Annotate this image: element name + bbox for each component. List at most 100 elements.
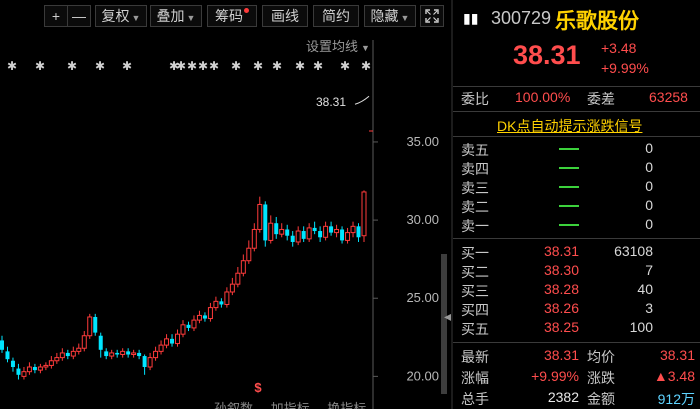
candle <box>274 216 279 239</box>
candle-body-up <box>235 272 241 285</box>
candle-body-down <box>137 352 142 357</box>
candle-body-up <box>251 228 257 249</box>
divider <box>453 238 700 239</box>
candle-body-down <box>329 226 334 233</box>
event-marker-icon: ✱ <box>187 59 197 73</box>
event-marker-icon: ✱ <box>198 59 208 73</box>
event-marker-icon: ✱ <box>313 59 323 73</box>
tab-indicator-0[interactable]: 孙叙数 <box>214 401 253 409</box>
candle-body-up <box>26 366 32 373</box>
divider <box>453 111 700 112</box>
candle-body-up <box>131 352 137 355</box>
candle-body-down <box>340 229 345 241</box>
candle <box>207 302 213 322</box>
candle-body-down <box>285 229 290 236</box>
event-marker-icon: ✱ <box>35 59 45 73</box>
bid-row-3: 买三 38.28 40 <box>453 280 700 299</box>
ask-label: 卖五 <box>461 142 489 158</box>
candle <box>340 226 345 244</box>
candle-body-up <box>43 364 49 368</box>
bars-icon[interactable]: ▮▮ <box>463 10 478 27</box>
candle-body-down <box>318 231 323 238</box>
bid-price: 38.28 <box>543 281 579 297</box>
candle <box>109 349 115 360</box>
price-change: +3.48 <box>601 40 637 56</box>
candle-body-up <box>257 203 263 230</box>
axis-tick-label: 25.00 <box>406 290 439 305</box>
candle <box>290 231 295 247</box>
candle-body-down <box>312 227 317 232</box>
candle-body-up <box>191 319 197 329</box>
ask-row-1: 卖一 0 <box>453 215 700 234</box>
event-marker-icon: ✱ <box>231 59 241 73</box>
candle-body-down <box>98 335 103 350</box>
bid-label: 买三 <box>461 283 489 299</box>
candle <box>329 221 334 236</box>
candle-body-down <box>65 352 70 357</box>
candle-body-up <box>279 228 285 235</box>
candle-body-up <box>295 230 301 243</box>
ask-row-3: 卖三 0 <box>453 177 700 196</box>
candle-body-up <box>207 307 213 320</box>
candle-body-up <box>59 352 65 359</box>
dk-signal-link[interactable]: DK点自动提示涨跌信号 <box>497 116 642 136</box>
candle <box>175 329 181 347</box>
candle-body-up <box>21 371 27 377</box>
candle <box>219 298 224 308</box>
stat-label: 涨跌 <box>587 370 615 386</box>
candle <box>356 223 361 242</box>
stat-label: 金额 <box>587 391 615 407</box>
tab-switch-indicator[interactable]: 换指标 <box>327 401 366 409</box>
bid-label: 买五 <box>461 321 489 337</box>
ask-row-5: 卖五 0 <box>453 139 700 158</box>
bid-row-1: 买一 38.31 63108 <box>453 242 700 261</box>
candle-body-up <box>323 225 329 238</box>
ask-volume: 0 <box>645 140 653 156</box>
candle <box>87 313 93 339</box>
stock-name: 乐歌股份 <box>555 10 639 33</box>
ask-label: 卖四 <box>461 161 489 177</box>
ask-label: 卖二 <box>461 199 489 215</box>
bid-price: 38.30 <box>543 262 579 278</box>
tab-add-indicator[interactable]: 加指标 <box>271 401 310 409</box>
candle <box>240 254 246 277</box>
candle-body-down <box>186 324 191 328</box>
kline-chart-panel[interactable]: + — 复权 ▼ 叠加 ▼ 筹码 画线 简约 隐藏 ▼ 设置均线 ▼ ✱ ✱ ✱ ✱ ✱ ✱ ✱ ✱ ✱… <box>0 0 459 409</box>
candlestick-chart[interactable]: ✱ ✱ ✱ ✱ ✱ ✱✱ ✱ ✱ ✱ ✱ ✱ ✱ ✱ ✱ ✱ ✱ 35.00 30.00 25.00 20.00 3… <box>0 0 447 409</box>
candle <box>0 335 4 353</box>
candle <box>246 240 252 264</box>
ask-volume: 0 <box>645 197 653 213</box>
candle-body-up <box>153 350 159 359</box>
candle-body-up <box>70 350 76 357</box>
bid-volume: 7 <box>645 262 653 278</box>
ask-volume: 0 <box>645 216 653 232</box>
event-marker-icon: ✱ <box>272 59 282 73</box>
stat-label: 最新 <box>461 349 489 365</box>
candle-body-up <box>48 360 54 366</box>
stat-value: 38.31 <box>543 347 579 363</box>
candle-body-up <box>229 283 235 293</box>
event-marker-icon: ✱ <box>340 59 350 73</box>
candle <box>93 313 98 336</box>
signal-marker: $ <box>254 380 262 395</box>
candle <box>126 348 131 358</box>
last-price-label: 38.31 <box>316 95 346 109</box>
ask-volume: 0 <box>645 178 653 194</box>
chart-scrollbar[interactable] <box>441 254 447 394</box>
candle <box>70 346 76 360</box>
ask-price-empty <box>559 205 579 207</box>
candle <box>350 221 356 238</box>
bid-volume: 3 <box>645 300 653 316</box>
candle <box>345 227 351 244</box>
candle <box>312 221 317 235</box>
stat-row-volume: 总手 2382 金额 912万 <box>453 388 700 409</box>
price-change-percent: +9.99% <box>601 60 649 76</box>
candle <box>120 348 126 358</box>
candle-body-up <box>158 344 164 352</box>
candle <box>26 362 32 375</box>
candle-body-down <box>10 360 15 367</box>
candle <box>229 277 235 296</box>
ask-price-empty <box>559 167 579 169</box>
candle-body-up <box>175 333 181 345</box>
candle <box>318 226 323 242</box>
